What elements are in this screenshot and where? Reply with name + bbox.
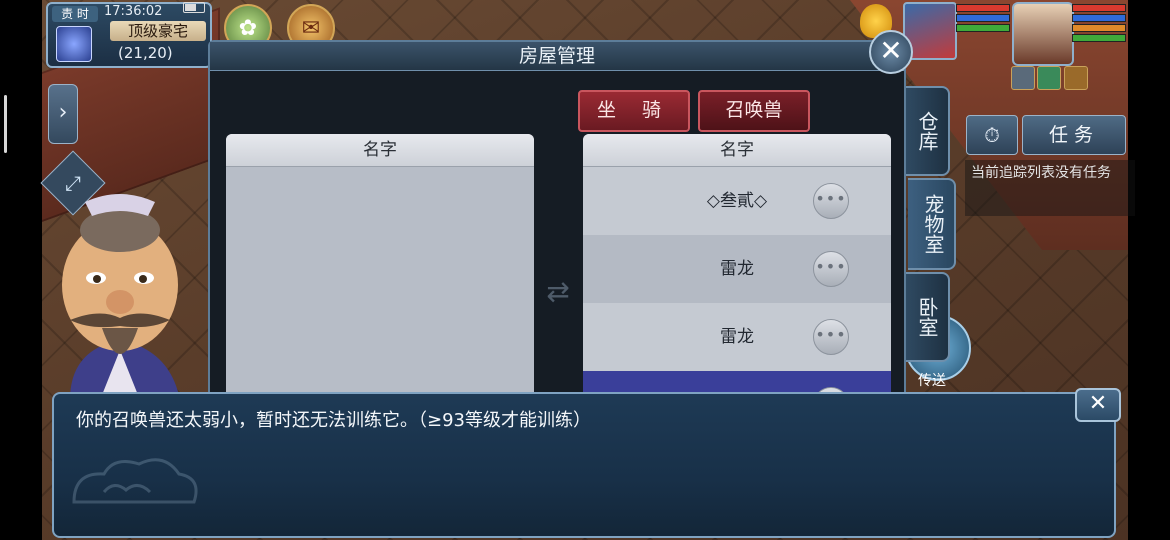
tab-bedroom[interactable]: 卧室 [906, 272, 950, 362]
system-message-box: 你的召唤兽还太弱小，暂时还无法训练它。（≥93等级才能训练） [52, 392, 1116, 538]
transfer-arrows-icon[interactable]: ⇄ [540, 272, 576, 312]
system-message-text: 你的召唤兽还太弱小，暂时还无法训练它。（≥93等级才能训练） [76, 410, 591, 431]
buff-icon[interactable] [1064, 66, 1088, 90]
time-badge: 责 时 [52, 6, 98, 22]
expand-arrow-icon[interactable]: › [48, 84, 78, 144]
pet-name: ◇叁貳◇ [706, 191, 768, 211]
more-options-button[interactable]: ••• [813, 251, 849, 287]
buff-icon[interactable] [1011, 66, 1035, 90]
tab-summon[interactable]: 召唤兽 [698, 90, 810, 132]
more-options-button[interactable]: ••• [813, 183, 849, 219]
tab-warehouse[interactable]: 仓库 [906, 86, 950, 176]
npc-portrait [62, 194, 180, 400]
pet-hp-bar [956, 4, 1010, 12]
hero-rage-bar [1072, 24, 1126, 32]
more-options-button[interactable]: ••• [813, 319, 849, 355]
cloud-decoration-icon [72, 458, 198, 504]
storage-list[interactable]: 名字 [226, 134, 534, 424]
hero-hp-bar [1072, 4, 1126, 12]
battery-icon [183, 2, 205, 13]
list-item[interactable]: ◇叁貳◇ ••• [583, 167, 891, 235]
letterbox-left [0, 0, 42, 540]
location-coords: (21,20) [118, 44, 173, 62]
tab-pet-room[interactable]: 宠物室 [908, 178, 956, 270]
teleport-label: 传送 [918, 373, 946, 389]
hero-mp-bar [1072, 14, 1126, 22]
map-emblem-icon [56, 26, 92, 62]
hero-avatar[interactable] [1012, 2, 1074, 66]
pet-mp-bar [956, 14, 1010, 22]
pet-name: 雷龙 [720, 327, 754, 347]
tab-mount[interactable]: 坐 骑 [578, 90, 690, 132]
dialog-titlebar: 房屋管理 [210, 42, 904, 71]
letterbox-right [1128, 0, 1170, 540]
hero-status-bars [1072, 4, 1126, 44]
pet-name: 雷龙 [720, 259, 754, 279]
hero-exp-bar [1072, 34, 1126, 42]
pet-exp-bar [956, 24, 1010, 32]
task-empty-message: 当前追踪列表没有任务 [965, 160, 1135, 216]
location-name: 顶级豪宅 [110, 21, 206, 41]
pet-status-bars [956, 4, 1010, 34]
timer-icon[interactable]: ⏱ [966, 115, 1018, 155]
clock-time: 17:36:02 [104, 4, 163, 19]
edge-handle[interactable] [4, 95, 7, 153]
message-close-icon[interactable]: ✕ [1075, 388, 1121, 422]
carried-list-header: 名字 [583, 134, 891, 167]
close-icon[interactable]: ✕ [869, 30, 913, 74]
dialog-title: 房屋管理 [518, 45, 595, 67]
carried-pets-list[interactable]: 名字 ◇叁貳◇ ••• 雷龙 ••• 雷龙 ••• ••• [583, 134, 891, 424]
list-item[interactable]: 雷龙 ••• [583, 303, 891, 371]
storage-list-header: 名字 [226, 134, 534, 167]
house-management-dialog: 房屋管理 坐 骑 召唤兽 名字 ⇄ 名字 ◇叁貳◇ ••• 雷龙 ••• 雷龙 … [208, 40, 906, 424]
buff-icon[interactable] [1037, 66, 1061, 90]
task-button[interactable]: 任务 [1022, 115, 1126, 155]
list-item[interactable]: 雷龙 ••• [583, 235, 891, 303]
